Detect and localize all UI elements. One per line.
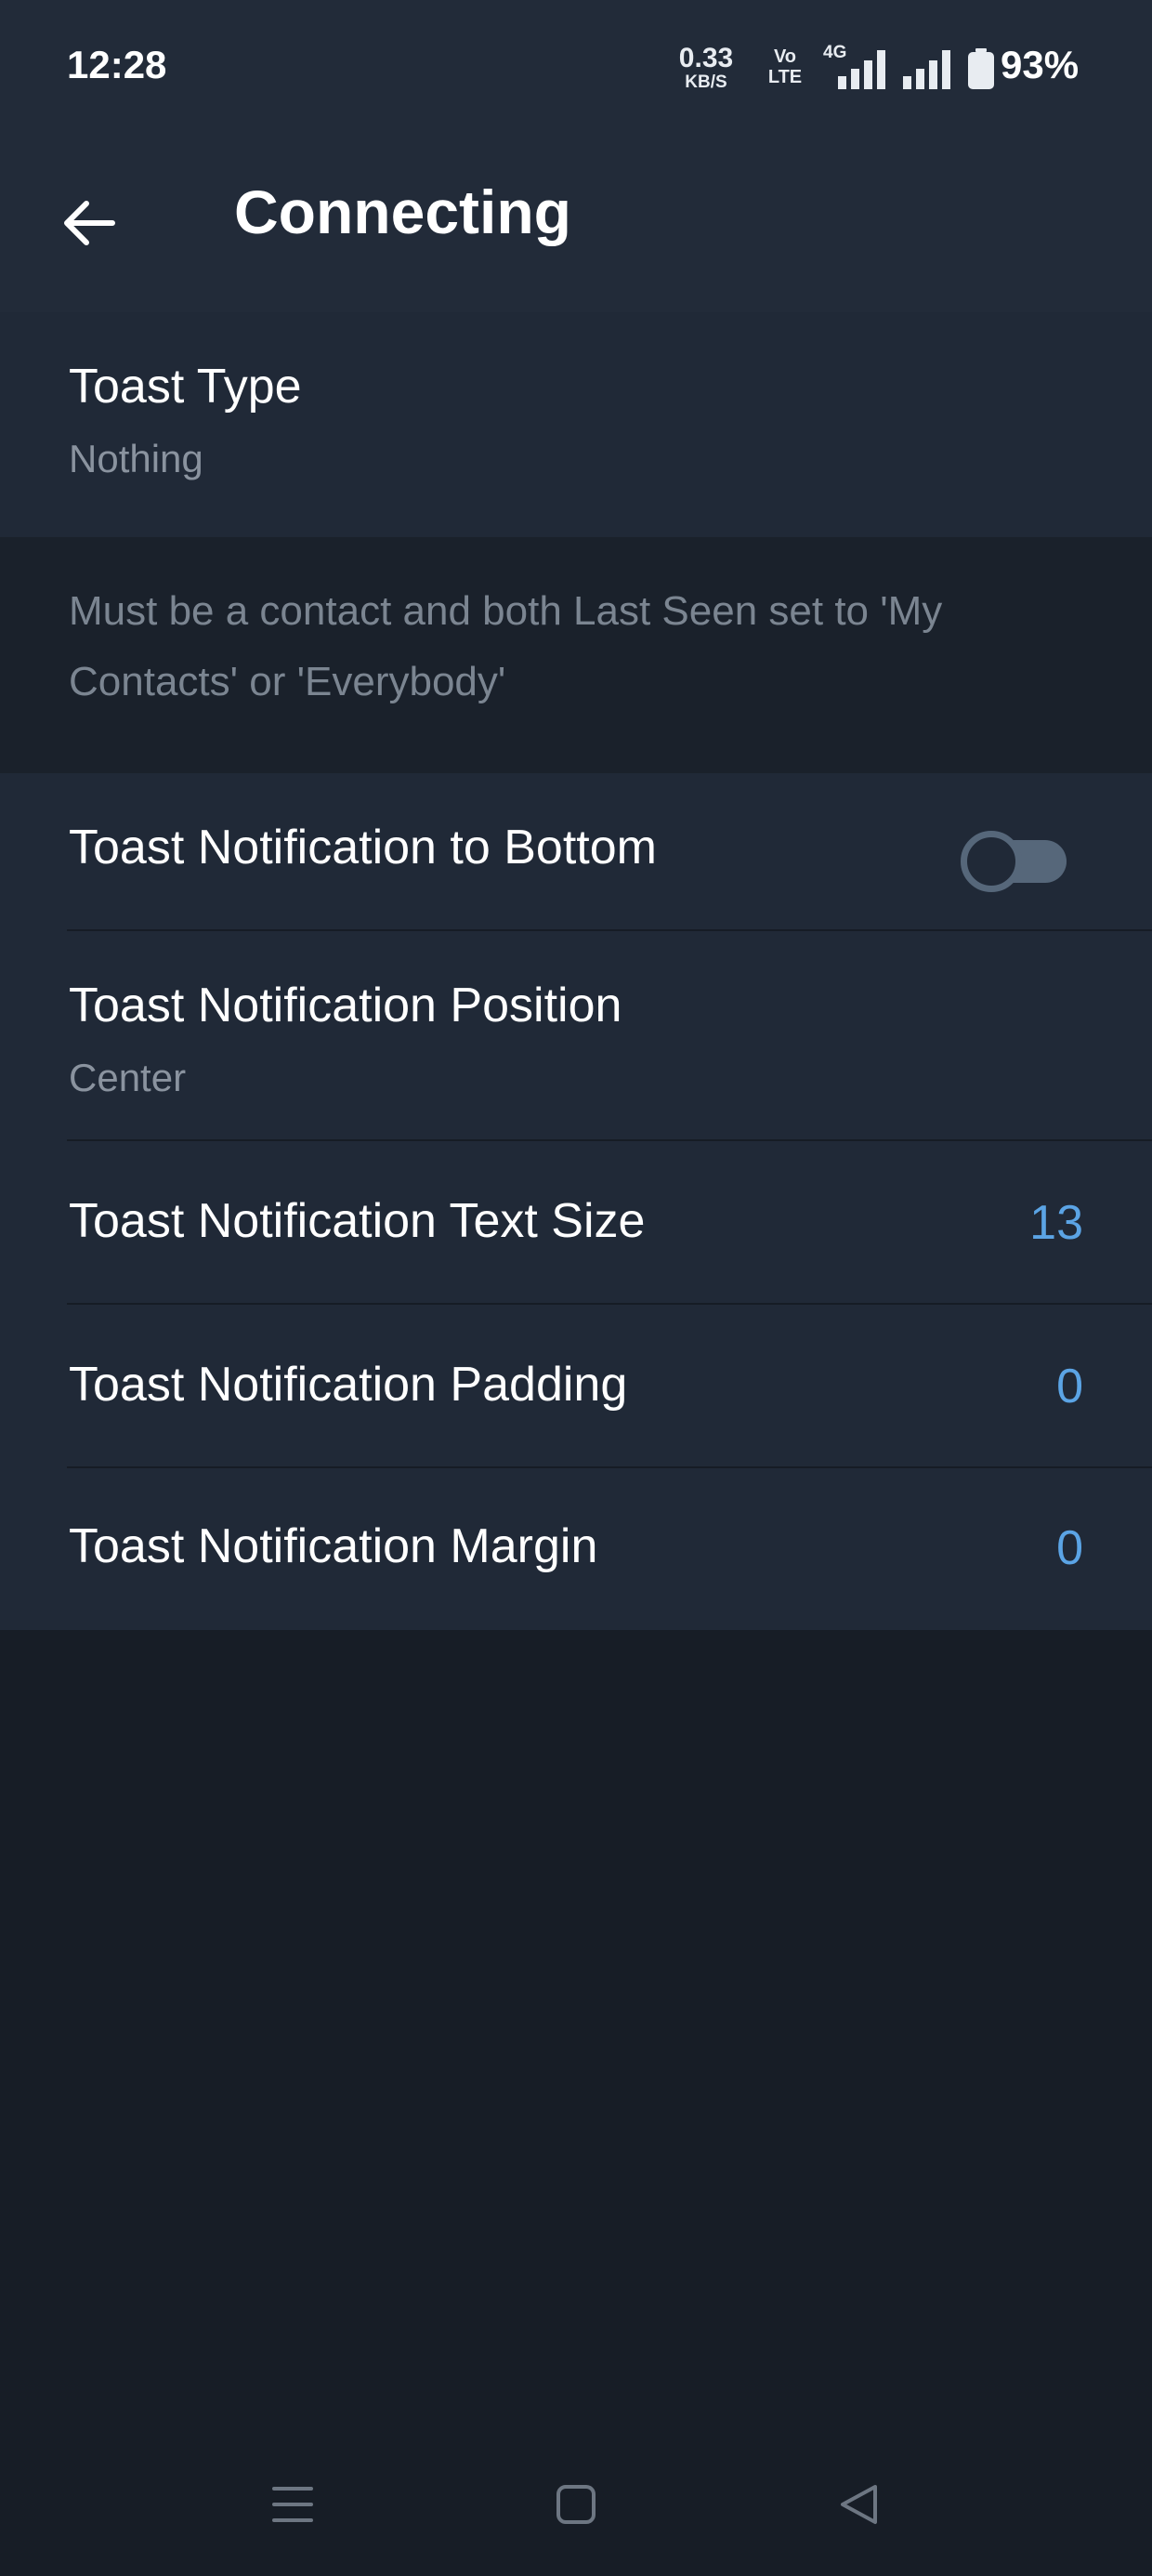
toast-padding-label: Toast Notification Padding bbox=[69, 1358, 628, 1412]
toast-type-value: Nothing bbox=[69, 437, 203, 480]
volte-line1: Vo bbox=[773, 46, 797, 67]
status-time: 12:28 bbox=[67, 43, 167, 86]
info-block: Must be a contact and both Last Seen set… bbox=[0, 537, 1152, 773]
toggle-knob bbox=[961, 831, 1022, 892]
toast-position-row[interactable]: Toast Notification Position Center bbox=[0, 931, 1152, 1141]
toast-margin-row[interactable]: Toast Notification Margin 0 bbox=[0, 1468, 1152, 1630]
signal-2-icon bbox=[903, 50, 950, 89]
status-bar: 12:28 0.33 KB/S Vo LTE 4G 93% bbox=[0, 0, 1152, 139]
toast-text-size-row[interactable]: Toast Notification Text Size 13 bbox=[0, 1141, 1152, 1305]
volte-line2: LTE bbox=[767, 67, 803, 87]
network-speed: 0.33 KB/S bbox=[669, 43, 743, 92]
signal-1-icon bbox=[838, 50, 885, 89]
info-text: Must be a contact and both Last Seen set… bbox=[69, 588, 943, 704]
toast-text-size-value: 13 bbox=[1029, 1196, 1083, 1250]
recents-button[interactable] bbox=[251, 2463, 334, 2546]
back-triangle-icon bbox=[841, 2485, 877, 2524]
page-title: Connecting bbox=[234, 177, 571, 246]
battery-percentage: 93% bbox=[1001, 43, 1080, 86]
toast-to-bottom-toggle[interactable] bbox=[961, 831, 1070, 892]
toast-type-section: Toast Type Nothing bbox=[0, 312, 1152, 537]
toast-margin-label: Toast Notification Margin bbox=[69, 1519, 598, 1573]
toast-settings-section: Toast Notification to Bottom Toast Notif… bbox=[0, 773, 1152, 1630]
toast-position-value: Center bbox=[69, 1056, 187, 1099]
back-button[interactable] bbox=[52, 186, 126, 260]
toast-type-row[interactable]: Toast Type Nothing bbox=[0, 312, 1152, 537]
toast-text-size-label: Toast Notification Text Size bbox=[69, 1194, 646, 1248]
app-header: Connecting bbox=[0, 139, 1152, 312]
toast-to-bottom-row[interactable]: Toast Notification to Bottom bbox=[0, 773, 1152, 931]
arrow-left-icon bbox=[64, 201, 115, 245]
toast-position-label: Toast Notification Position bbox=[69, 979, 622, 1032]
screen: 12:28 0.33 KB/S Vo LTE 4G 93% Connecting… bbox=[0, 0, 1152, 2576]
nav-back-button[interactable] bbox=[818, 2463, 901, 2546]
menu-icon bbox=[272, 2487, 313, 2522]
home-icon bbox=[556, 2485, 596, 2524]
home-button[interactable] bbox=[534, 2463, 618, 2546]
toast-padding-row[interactable]: Toast Notification Padding 0 bbox=[0, 1305, 1152, 1468]
navigation-bar bbox=[0, 2435, 1152, 2576]
toast-to-bottom-label: Toast Notification to Bottom bbox=[69, 821, 657, 874]
network-speed-unit: KB/S bbox=[685, 72, 727, 92]
toast-padding-value: 0 bbox=[1056, 1360, 1083, 1413]
volte-indicator: Vo LTE bbox=[753, 46, 818, 87]
toast-margin-value: 0 bbox=[1056, 1521, 1083, 1575]
battery-icon bbox=[968, 48, 994, 89]
toast-type-label: Toast Type bbox=[69, 360, 302, 414]
network-speed-value: 0.33 bbox=[678, 43, 734, 73]
